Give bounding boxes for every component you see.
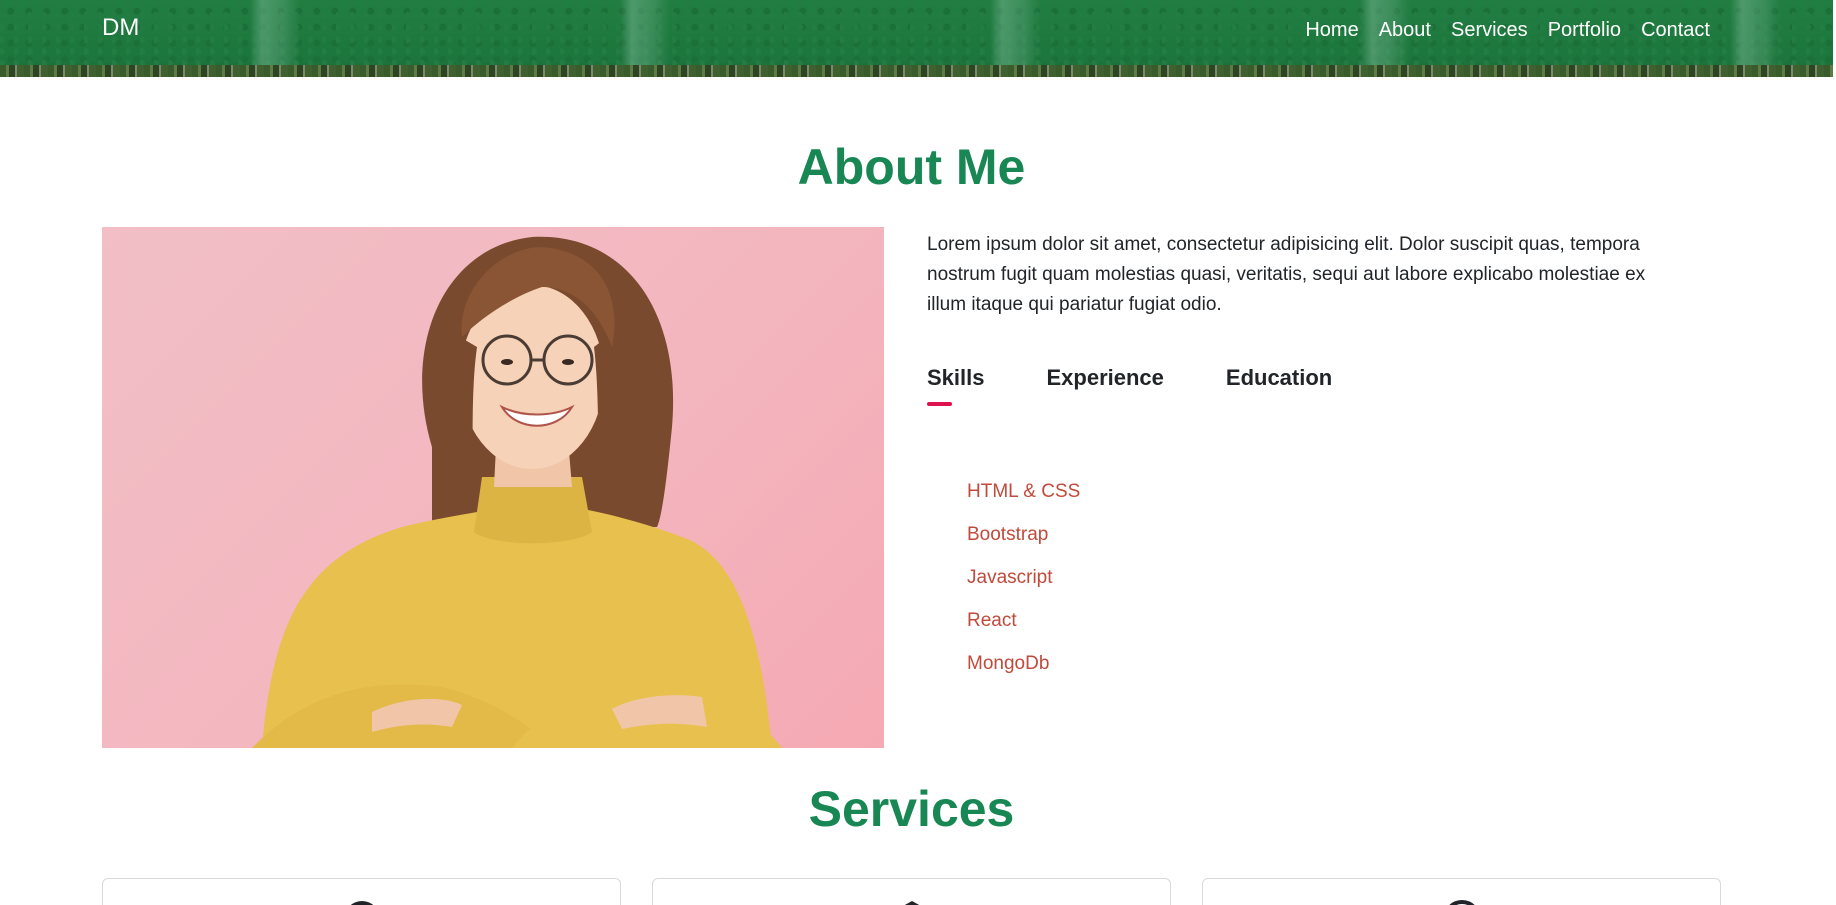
navbar: DM Home About Services Portfolio Contact [0,0,1833,77]
profile-photo-illustration [252,236,782,748]
nav-link-home[interactable]: Home [1305,19,1358,42]
brand-logo[interactable]: DM [102,14,139,42]
list-item: MongoDb [967,653,1050,674]
service-card [102,878,621,905]
profile-photo [102,227,884,748]
tab-experience[interactable]: Experience [1046,365,1163,391]
nav-link-contact[interactable]: Contact [1641,19,1710,42]
tab-education[interactable]: Education [1226,365,1332,391]
nav-link-portfolio[interactable]: Portfolio [1548,19,1621,42]
list-item: HTML & CSS [967,481,1081,502]
about-description: Lorem ipsum dolor sit amet, consectetur … [927,234,1646,315]
list-item: Javascript [967,567,1053,588]
nav-link-about[interactable]: About [1379,19,1431,42]
layers-icon [892,899,932,905]
code-icon [342,899,382,905]
about-title: About Me [797,139,1026,195]
tab-skills[interactable]: Skills [927,365,984,406]
list-item: Bootstrap [967,524,1049,545]
nav-links: Home About Services Portfolio Contact [1305,19,1710,42]
list-item: React [967,610,1017,631]
skills-list: HTML & CSS Bootstrap Javascript React Mo… [967,480,1080,695]
service-card [1202,878,1721,905]
service-card [652,878,1171,905]
services-title: Services [808,781,1015,837]
about-tabs: Skills Experience Education [927,365,1332,406]
nav-link-services[interactable]: Services [1451,19,1528,42]
globe-icon [1442,899,1482,905]
